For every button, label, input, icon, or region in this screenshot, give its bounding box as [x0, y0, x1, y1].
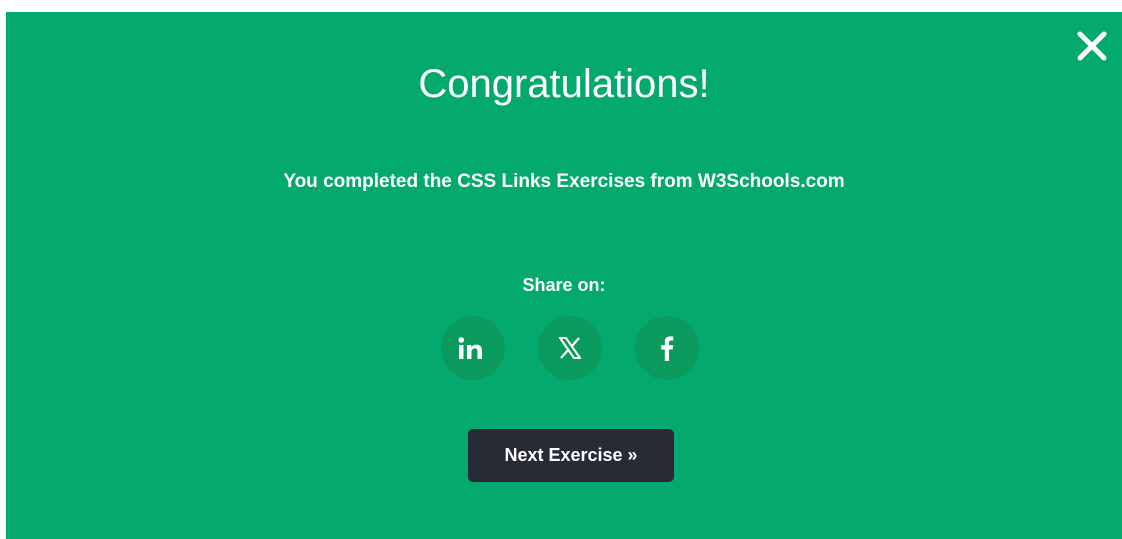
share-linkedin-button[interactable] [441, 316, 505, 380]
share-facebook-button[interactable] [635, 316, 699, 380]
share-x-button[interactable] [538, 316, 602, 380]
share-label: Share on: [522, 275, 606, 295]
share-buttons [441, 316, 699, 380]
completion-message: You completed the CSS Links Exercises fr… [283, 171, 845, 192]
linkedin-icon [458, 337, 482, 359]
congratulations-dialog: Congratulations! You completed the CSS L… [6, 12, 1122, 539]
facebook-icon [661, 336, 674, 361]
next-exercise-button[interactable]: Next Exercise » [468, 429, 674, 482]
x-twitter-icon [559, 337, 581, 359]
dialog-title: Congratulations! [418, 62, 710, 106]
